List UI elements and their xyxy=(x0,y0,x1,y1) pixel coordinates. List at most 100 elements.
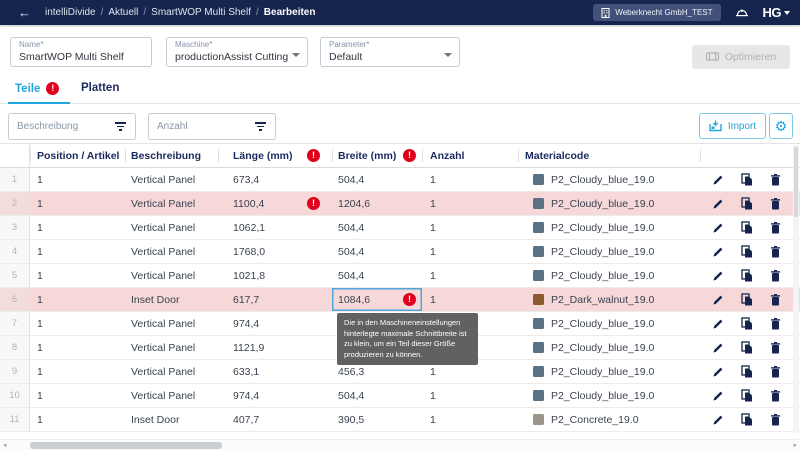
edit-icon[interactable] xyxy=(712,270,724,282)
duplicate-icon[interactable] xyxy=(741,341,753,354)
table-row[interactable]: 1 1 Vertical Panel 673,4! 504,4! 1 P2_Cl… xyxy=(0,168,800,192)
cell-beschreibung[interactable]: Vertical Panel xyxy=(125,336,218,359)
cell-beschreibung[interactable]: Vertical Panel xyxy=(125,264,218,287)
tab-platten[interactable]: Platten xyxy=(81,82,119,94)
edit-icon[interactable] xyxy=(712,366,724,378)
duplicate-icon[interactable] xyxy=(741,221,753,234)
vertical-scrollbar-thumb[interactable] xyxy=(794,147,798,217)
edit-icon[interactable] xyxy=(712,174,724,186)
horizontal-scrollbar[interactable]: ◂ ▸ xyxy=(0,439,800,450)
cell-anzahl[interactable]: 1 xyxy=(422,264,518,287)
anzahl-filter-input[interactable] xyxy=(149,121,254,132)
delete-icon[interactable] xyxy=(770,390,781,402)
cell-laenge[interactable]: 1021,8! xyxy=(218,264,332,287)
duplicate-icon[interactable] xyxy=(741,197,753,210)
hard-hat-icon[interactable] xyxy=(735,7,749,19)
cell-position[interactable]: 1 xyxy=(30,312,125,335)
cell-position[interactable]: 1 xyxy=(30,168,125,191)
cell-beschreibung[interactable]: Vertical Panel xyxy=(125,312,218,335)
edit-icon[interactable] xyxy=(712,294,724,306)
duplicate-icon[interactable] xyxy=(741,173,753,186)
breadcrumb-aktuell[interactable]: Aktuell xyxy=(108,7,138,18)
cell-breite[interactable]: 1204,6! xyxy=(332,192,422,215)
duplicate-icon[interactable] xyxy=(741,389,753,402)
table-row[interactable]: 10 1 Vertical Panel 974,4! 504,4! 1 P2_C… xyxy=(0,384,800,408)
cell-materialcode[interactable]: P2_Cloudy_blue_19.0 xyxy=(518,192,700,215)
cell-laenge[interactable]: 617,7! xyxy=(218,288,332,311)
cell-anzahl[interactable]: 1 xyxy=(422,240,518,263)
name-field[interactable]: Name* xyxy=(10,37,152,67)
cell-laenge[interactable]: 974,4! xyxy=(218,312,332,335)
cell-breite[interactable]: 504,4! xyxy=(332,168,422,191)
duplicate-icon[interactable] xyxy=(741,293,753,306)
cell-anzahl[interactable]: 1 xyxy=(422,168,518,191)
delete-icon[interactable] xyxy=(770,222,781,234)
cell-breite[interactable]: 504,4! xyxy=(332,216,422,239)
breadcrumb-job-name[interactable]: SmartWOP Multi Shelf xyxy=(151,7,251,18)
delete-icon[interactable] xyxy=(770,414,781,426)
cell-beschreibung[interactable]: Vertical Panel xyxy=(125,216,218,239)
duplicate-icon[interactable] xyxy=(741,413,753,426)
cell-laenge[interactable]: 1768,0! xyxy=(218,240,332,263)
horizontal-scrollbar-thumb[interactable] xyxy=(30,442,222,449)
delete-icon[interactable] xyxy=(770,270,781,282)
cell-beschreibung[interactable]: Vertical Panel xyxy=(125,384,218,407)
cell-laenge[interactable]: 1121,9! xyxy=(218,336,332,359)
cell-materialcode[interactable]: P2_Cloudy_blue_19.0 xyxy=(518,240,700,263)
cell-beschreibung[interactable]: Inset Door xyxy=(125,288,218,311)
cell-materialcode[interactable]: P2_Cloudy_blue_19.0 xyxy=(518,360,700,383)
edit-icon[interactable] xyxy=(712,342,724,354)
table-row[interactable]: 2 1 Vertical Panel 1100,4! 1204,6! 1 P2_… xyxy=(0,192,800,216)
cell-materialcode[interactable]: P2_Cloudy_blue_19.0 xyxy=(518,168,700,191)
cell-beschreibung[interactable]: Inset Door xyxy=(125,408,218,431)
cell-beschreibung[interactable]: Vertical Panel xyxy=(125,360,218,383)
duplicate-icon[interactable] xyxy=(741,245,753,258)
cell-laenge[interactable]: 633,1! xyxy=(218,360,332,383)
breite-column-warning-icon[interactable]: ! xyxy=(403,149,416,162)
scroll-right-arrow-icon[interactable]: ▸ xyxy=(793,441,797,449)
tab-teile[interactable]: Teile ! xyxy=(15,82,59,95)
cell-anzahl[interactable]: 1 xyxy=(422,408,518,431)
breadcrumb-intellidivide[interactable]: intelliDivide xyxy=(45,7,96,18)
cell-beschreibung[interactable]: Vertical Panel xyxy=(125,192,218,215)
delete-icon[interactable] xyxy=(770,294,781,306)
cell-materialcode[interactable]: P2_Cloudy_blue_19.0 xyxy=(518,384,700,407)
laenge-column-warning-icon[interactable]: ! xyxy=(307,149,320,162)
cell-breite[interactable]: 504,4! xyxy=(332,384,422,407)
beschreibung-filter-input[interactable] xyxy=(9,121,114,132)
cell-position[interactable]: 1 xyxy=(30,288,125,311)
cell-materialcode[interactable]: P2_Cloudy_blue_19.0 xyxy=(518,264,700,287)
cell-anzahl[interactable]: 1 xyxy=(422,384,518,407)
cell-breite[interactable]: 1084,6! xyxy=(332,288,422,311)
cell-materialcode[interactable]: P2_Dark_walnut_19.0 xyxy=(518,288,700,311)
optimize-button[interactable]: Optimieren xyxy=(692,45,790,69)
cell-beschreibung[interactable]: Vertical Panel xyxy=(125,240,218,263)
cell-anzahl[interactable]: 1 xyxy=(422,216,518,239)
cell-breite[interactable]: 390,5! xyxy=(332,408,422,431)
filter-icon[interactable] xyxy=(254,120,267,133)
cell-position[interactable]: 1 xyxy=(30,408,125,431)
breite-warning-icon[interactable]: ! xyxy=(403,293,416,306)
cell-laenge[interactable]: 673,4! xyxy=(218,168,332,191)
cell-materialcode[interactable]: P2_Cloudy_blue_19.0 xyxy=(518,312,700,335)
edit-icon[interactable] xyxy=(712,198,724,210)
table-row[interactable]: 11 1 Inset Door 407,7! 390,5! 1 P2_Concr… xyxy=(0,408,800,432)
parameter-select[interactable]: Parameter* xyxy=(320,37,460,67)
cell-laenge[interactable]: 1062,1! xyxy=(218,216,332,239)
cell-anzahl[interactable]: 1 xyxy=(422,288,518,311)
company-selector[interactable]: Weberknecht GmbH_TEST xyxy=(593,4,720,21)
name-input[interactable] xyxy=(19,51,135,63)
edit-icon[interactable] xyxy=(712,246,724,258)
machine-select-value[interactable] xyxy=(175,51,291,63)
cell-position[interactable]: 1 xyxy=(30,216,125,239)
cell-laenge[interactable]: 974,4! xyxy=(218,384,332,407)
cell-materialcode[interactable]: P2_Concrete_19.0 xyxy=(518,408,700,431)
delete-icon[interactable] xyxy=(770,174,781,186)
duplicate-icon[interactable] xyxy=(741,269,753,282)
cell-laenge[interactable]: 1100,4! xyxy=(218,192,332,215)
cell-breite[interactable]: 504,4! xyxy=(332,264,422,287)
delete-icon[interactable] xyxy=(770,342,781,354)
scroll-left-arrow-icon[interactable]: ◂ xyxy=(3,441,7,449)
import-button[interactable]: Import xyxy=(699,113,766,139)
delete-icon[interactable] xyxy=(770,366,781,378)
